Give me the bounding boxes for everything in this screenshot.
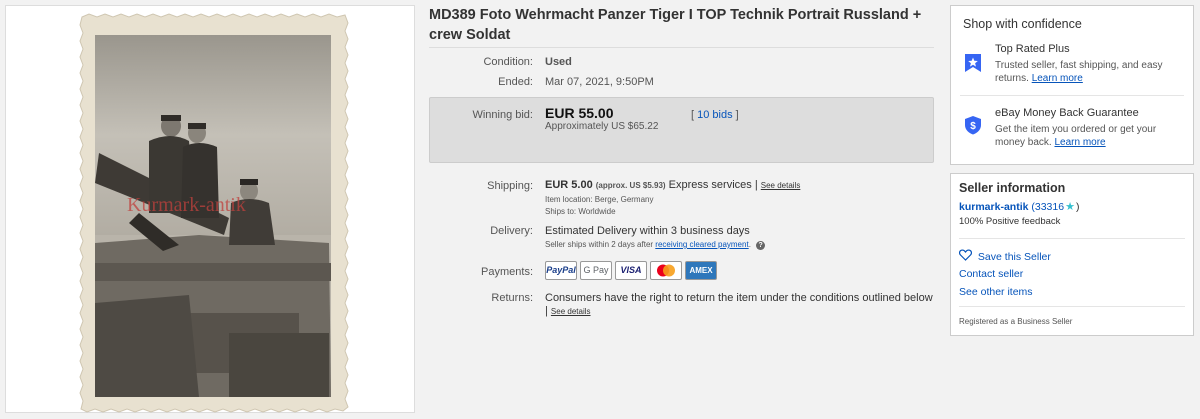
shipping-see-details-link[interactable]: See details: [761, 181, 801, 190]
heart-icon: [958, 249, 973, 261]
shipping-pipe: |: [754, 179, 758, 191]
returns-pipe: |: [545, 305, 548, 317]
business-seller-note: Registered as a Business Seller: [959, 317, 1073, 326]
bids-link[interactable]: 10 bids: [697, 109, 732, 121]
cleared-payment-link[interactable]: receiving cleared payment: [655, 240, 748, 249]
money-back-text: Get the item you ordered or get your mon…: [995, 123, 1180, 149]
returns-label: Returns:: [491, 292, 533, 304]
bids-count: [ 10 bids ]: [691, 109, 739, 121]
delivery-note-text: Seller ships within 2 days after: [545, 240, 654, 249]
delivery-note-end: .: [748, 240, 751, 249]
see-other-items-link[interactable]: See other items: [959, 286, 1033, 298]
condition-value: Used: [545, 56, 572, 68]
confidence-divider: [960, 95, 1184, 96]
delivery-label: Delivery:: [490, 225, 533, 237]
seller-name-line: kurmark-antik (33316★): [959, 200, 1079, 213]
returns-details: | See details: [545, 305, 591, 317]
ships-to: Ships to: Worldwide: [545, 207, 616, 216]
winning-bid-label: Winning bid:: [472, 109, 533, 121]
delivery-note: Seller ships within 2 days after receivi…: [545, 240, 766, 250]
save-seller-row[interactable]: Save this Seller: [958, 249, 1051, 263]
shipping-label: Shipping:: [487, 180, 533, 192]
shipping-approx: (approx. US $5.93): [595, 181, 666, 190]
delivery-value: Estimated Delivery within 3 business day…: [545, 225, 750, 237]
shipping-line: EUR 5.00 (approx. US $5.93) Express serv…: [545, 179, 800, 191]
top-rated-title: Top Rated Plus: [995, 43, 1070, 55]
positive-feedback: 100% Positive feedback: [959, 216, 1061, 227]
returns-value: Consumers have the right to return the i…: [545, 292, 933, 304]
item-location: Item location: Berge, Germany: [545, 195, 654, 204]
save-seller-link[interactable]: Save this Seller: [978, 251, 1051, 263]
confidence-heading: Shop with confidence: [963, 17, 1082, 31]
winning-bid-box: [429, 97, 934, 163]
top-rated-learn-more-link[interactable]: Learn more: [1032, 73, 1083, 84]
title-divider: [429, 47, 934, 48]
visa-icon: VISA: [615, 261, 647, 280]
top-rated-text: Trusted seller, fast shipping, and easy …: [995, 59, 1180, 85]
seller-name-link[interactable]: kurmark-antik: [959, 201, 1028, 213]
winning-bid-value: EUR 55.00: [545, 105, 614, 121]
money-back-title: eBay Money Back Guarantee: [995, 107, 1139, 119]
bids-bracket-close: ]: [735, 109, 739, 121]
item-photo[interactable]: Kurmark-antik: [79, 13, 349, 413]
shipping-service: Express services: [668, 179, 752, 191]
seller-heading: Seller information: [959, 181, 1066, 195]
help-icon[interactable]: ?: [756, 241, 766, 250]
ended-value: Mar 07, 2021, 9:50PM: [545, 76, 654, 88]
payments-label: Payments:: [481, 266, 533, 278]
seller-divider-top: [959, 238, 1185, 239]
bids-bracket-open: [: [691, 109, 695, 121]
mastercard-icon: [650, 261, 682, 280]
money-back-shield-icon: $: [965, 116, 981, 135]
seller-feedback-count[interactable]: (33316: [1031, 201, 1064, 213]
top-rated-badge-icon: [965, 54, 981, 72]
seller-divider-bottom: [959, 306, 1185, 307]
money-back-learn-more-link[interactable]: Learn more: [1054, 137, 1105, 148]
listing-title: MD389 Foto Wehrmacht Panzer Tiger I TOP …: [429, 7, 922, 43]
google-pay-icon: G Pay: [580, 261, 612, 280]
amex-icon: AMEX: [685, 261, 717, 280]
item-photo-panel: Kurmark-antik: [5, 5, 415, 413]
returns-see-details-link[interactable]: See details: [551, 307, 591, 316]
ended-label: Ended:: [498, 76, 533, 88]
seller-feedback-close: ): [1075, 201, 1080, 213]
shipping-cost: EUR 5.00: [545, 179, 593, 191]
feedback-star-icon: ★: [1065, 201, 1075, 213]
contact-seller-link[interactable]: Contact seller: [959, 268, 1023, 280]
condition-label: Condition:: [483, 56, 533, 68]
paypal-icon: PayPal: [545, 261, 577, 280]
svg-text:$: $: [970, 121, 976, 132]
photo-watermark: Kurmark-antik: [127, 194, 246, 216]
mastercard-circles: [657, 264, 675, 277]
winning-bid-approx: Approximately US $65.22: [545, 121, 659, 132]
